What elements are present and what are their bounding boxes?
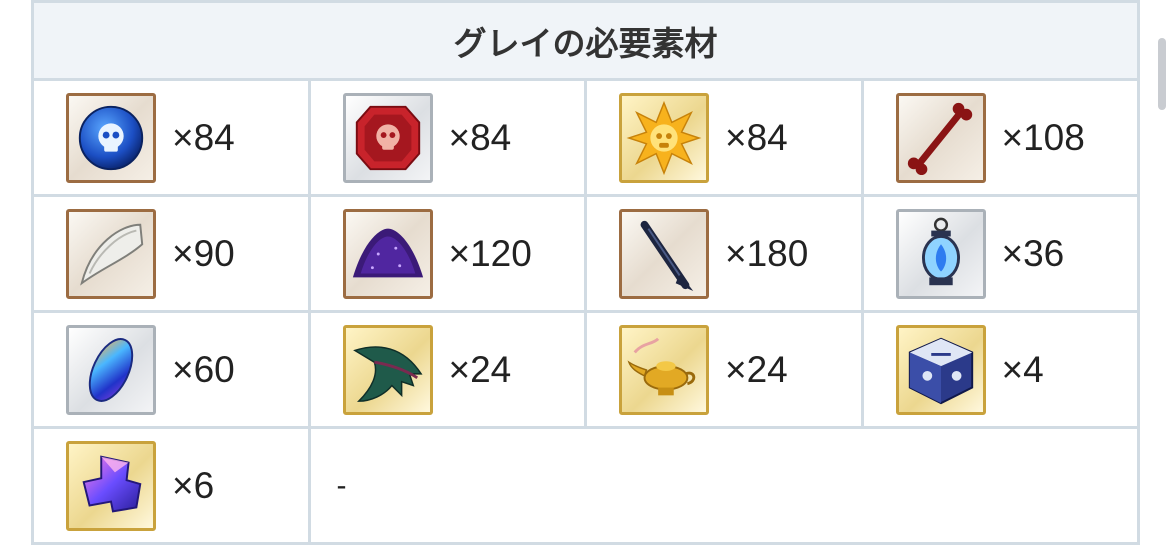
material-cell: ×84 bbox=[31, 78, 311, 197]
material-quantity: ×36 bbox=[1001, 232, 1065, 274]
material-cell: ×60 bbox=[31, 310, 311, 429]
empty-cell: - bbox=[307, 426, 1140, 545]
empty-dash: - bbox=[336, 468, 347, 502]
material-cell: ×4 bbox=[860, 310, 1140, 429]
material-cell: ×90 bbox=[31, 194, 311, 313]
material-quantity: ×120 bbox=[448, 232, 532, 274]
golden-lamp-icon[interactable] bbox=[619, 324, 709, 415]
material-cell: ×84 bbox=[584, 78, 864, 197]
red-skull-gem-icon[interactable] bbox=[342, 92, 433, 183]
gold-skull-star-icon[interactable] bbox=[619, 92, 709, 183]
material-quantity: ×84 bbox=[448, 116, 512, 158]
material-quantity: ×24 bbox=[725, 348, 788, 390]
material-quantity: ×60 bbox=[172, 348, 235, 390]
material-quantity: ×90 bbox=[172, 232, 235, 274]
material-cell: ×24 bbox=[307, 310, 587, 429]
white-fang-icon[interactable] bbox=[66, 208, 156, 299]
material-cell: ×120 bbox=[307, 194, 587, 313]
ornate-cube-icon[interactable] bbox=[895, 324, 986, 415]
rainbow-crystal-icon[interactable] bbox=[66, 324, 156, 415]
material-quantity: ×4 bbox=[1001, 348, 1044, 390]
materials-table: グレイの必要素材 ×84 ×84 ×84 ×108 ×90 ×120 ×180 … bbox=[31, 0, 1140, 545]
material-quantity: ×6 bbox=[172, 464, 215, 506]
green-wing-icon[interactable] bbox=[342, 324, 433, 415]
material-cell: ×180 bbox=[584, 194, 864, 313]
material-quantity: ×84 bbox=[725, 116, 788, 158]
material-quantity: ×180 bbox=[725, 232, 809, 274]
material-cell: ×36 bbox=[860, 194, 1140, 313]
material-cell: ×84 bbox=[307, 78, 587, 197]
material-quantity: ×84 bbox=[172, 116, 235, 158]
blue-flame-lantern-icon[interactable] bbox=[895, 208, 986, 299]
scrollbar[interactable] bbox=[1158, 38, 1166, 110]
dark-spike-icon[interactable] bbox=[619, 208, 709, 299]
purple-dust-pile-icon[interactable] bbox=[342, 208, 433, 299]
material-quantity: ×24 bbox=[448, 348, 512, 390]
purple-cube-shard-icon[interactable] bbox=[66, 440, 156, 531]
material-cell: ×6 bbox=[31, 426, 311, 545]
red-bone-icon[interactable] bbox=[895, 92, 986, 183]
blue-skull-orb-icon[interactable] bbox=[66, 92, 156, 183]
material-cell: ×108 bbox=[860, 78, 1140, 197]
material-quantity: ×108 bbox=[1001, 116, 1085, 158]
material-cell: ×24 bbox=[584, 310, 864, 429]
table-title: グレイの必要素材 bbox=[31, 0, 1140, 81]
